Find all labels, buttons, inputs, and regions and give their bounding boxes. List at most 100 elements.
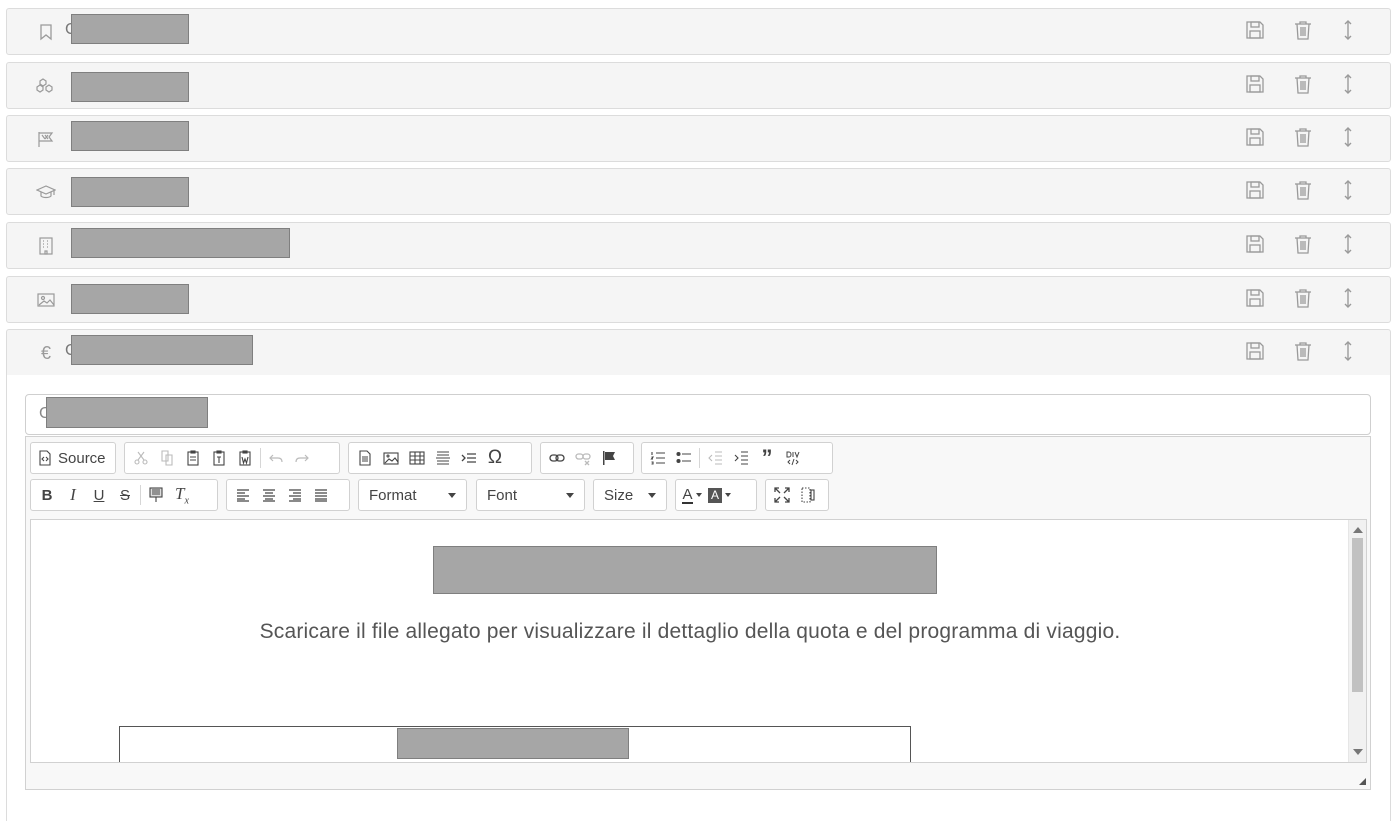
undo-button[interactable] [263,445,289,471]
rich-text-editor[interactable]: Source Ω ” B I U S Tx Format Font Size A… [25,436,1371,790]
paste-word-button[interactable] [232,445,258,471]
underline-button[interactable]: U [86,482,112,508]
building-icon [36,236,56,256]
numbered-list-button[interactable] [645,445,671,471]
editor-resize-handle[interactable] [1359,778,1366,785]
format-dropdown[interactable]: Format [358,479,467,511]
special-char-button[interactable]: Ω [482,445,508,471]
scroll-up-icon[interactable] [1353,527,1363,533]
page-break-button[interactable] [456,445,482,471]
chevron-down-icon [448,492,456,498]
anchor-button[interactable] [596,445,622,471]
maximize-icon [774,487,790,503]
create-div-button[interactable] [780,445,806,471]
quote-icon: ” [761,445,773,470]
save-button[interactable] [1244,287,1266,309]
editor-content-area[interactable]: Scaricare il file allegato per visualizz… [30,519,1367,763]
scroll-down-icon[interactable] [1353,749,1363,755]
delete-button[interactable] [1292,126,1314,148]
unlink-icon [575,453,591,466]
section-panel-2[interactable] [6,62,1391,109]
drag-handle[interactable] [1337,179,1359,201]
redacted-panel-title [71,72,189,102]
align-right-button[interactable] [282,482,308,508]
save-icon [1244,233,1266,255]
decrease-indent-button[interactable] [702,445,728,471]
save-button[interactable] [1244,73,1266,95]
save-button[interactable] [1244,340,1266,362]
drag-handle[interactable] [1337,126,1359,148]
text-color-icon: A [682,485,693,504]
scrollbar-thumb[interactable] [1352,538,1363,692]
copy-formatting-button[interactable] [143,482,169,508]
unlink-button[interactable] [570,445,596,471]
blockquote-button[interactable]: ” [754,445,780,471]
templates-button[interactable] [352,445,378,471]
delete-button[interactable] [1292,233,1314,255]
background-color-button[interactable]: A [705,482,734,508]
font-dropdown-label: Font [487,486,518,504]
drag-handle[interactable] [1337,287,1359,309]
justify-button[interactable] [308,482,334,508]
paste-icon [187,450,199,466]
align-left-button[interactable] [230,482,256,508]
font-dropdown[interactable]: Font [476,479,585,511]
delete-button[interactable] [1292,73,1314,95]
save-button[interactable] [1244,233,1266,255]
paste-button[interactable] [180,445,206,471]
save-button[interactable] [1244,126,1266,148]
format-dropdown-label: Format [369,486,417,504]
section-panel-7[interactable]: € C [6,329,1391,376]
strikethrough-button[interactable]: S [112,482,138,508]
bulleted-list-button[interactable] [671,445,697,471]
bold-button[interactable]: B [34,482,60,508]
section-panel-4[interactable] [6,168,1391,215]
horizontal-line-button[interactable] [430,445,456,471]
increase-indent-button[interactable] [728,445,754,471]
drag-handle[interactable] [1337,233,1359,255]
maximize-button[interactable] [769,482,795,508]
delete-button[interactable] [1292,287,1314,309]
size-dropdown-label: Size [604,486,634,504]
content-scrollbar[interactable] [1348,520,1366,762]
section-panel-1[interactable]: C [6,8,1391,55]
link-button[interactable] [544,445,570,471]
show-blocks-button[interactable] [795,482,821,508]
toolbar-group-clipboard [124,442,340,474]
link-icon [549,454,565,462]
toolbar-group-source: Source [30,442,116,474]
save-button[interactable] [1244,19,1266,41]
trash-icon [1292,73,1314,95]
size-dropdown[interactable]: Size [593,479,667,511]
remove-format-icon: Tx [175,483,189,507]
delete-button[interactable] [1292,19,1314,41]
delete-button[interactable] [1292,179,1314,201]
delete-button[interactable] [1292,340,1314,362]
remove-format-button[interactable]: Tx [169,482,195,508]
drag-handle[interactable] [1337,340,1359,362]
italic-button[interactable]: I [60,482,86,508]
section-panel-5[interactable] [6,222,1391,269]
copy-icon [161,450,173,466]
paste-text-button[interactable] [206,445,232,471]
copy-button[interactable] [154,445,180,471]
drag-handle[interactable] [1337,19,1359,41]
section-panel-3[interactable] [6,115,1391,162]
save-button[interactable] [1244,179,1266,201]
chevron-down-icon [695,493,702,497]
table-icon [409,451,425,465]
section-panel-6[interactable] [6,276,1391,323]
text-color-button[interactable]: A [679,482,705,508]
cut-button[interactable] [128,445,154,471]
table-button[interactable] [404,445,430,471]
show-blocks-icon [801,487,815,503]
vertical-arrows-icon [1337,233,1359,255]
section-title-input[interactable]: C [25,394,1371,435]
trash-icon [1292,287,1314,309]
drag-handle[interactable] [1337,73,1359,95]
image-button[interactable] [378,445,404,471]
align-center-button[interactable] [256,482,282,508]
save-icon [1244,73,1266,95]
redo-button[interactable] [289,445,315,471]
source-button[interactable]: Source [34,445,109,471]
